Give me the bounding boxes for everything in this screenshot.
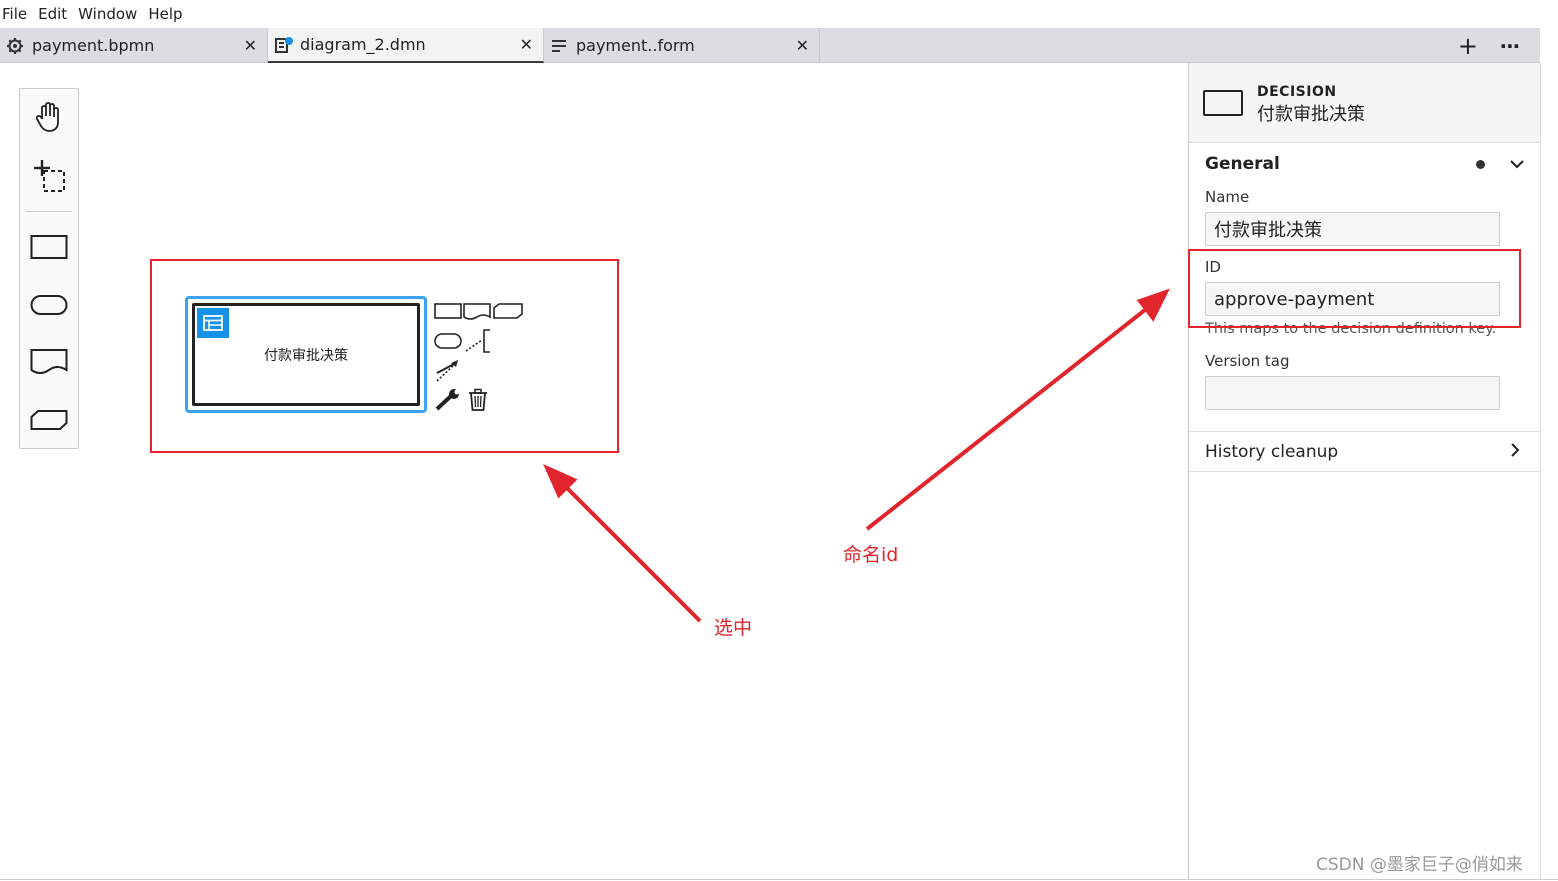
- arrow-to-id-field: [865, 304, 1152, 531]
- properties-panel: DECISION 付款审批决策 General Name 付款审批决策 ID a…: [1188, 63, 1540, 879]
- menu-help[interactable]: Help: [146, 5, 189, 23]
- name-field[interactable]: 付款审批决策: [1205, 212, 1500, 246]
- arrow-to-selection: [560, 481, 702, 623]
- version-tag-label: Version tag: [1205, 352, 1290, 370]
- gear-icon: [6, 37, 24, 55]
- watermark: CSDN @墨家巨子@俏如来: [1316, 855, 1523, 875]
- tab-diagram-2-dmn[interactable]: diagram_2.dmn ✕: [268, 28, 544, 63]
- menu-window[interactable]: Window: [76, 5, 144, 23]
- chevron-down-icon[interactable]: [1509, 154, 1525, 175]
- dmn-file-icon: [274, 36, 293, 54]
- element-type: DECISION: [1257, 84, 1337, 100]
- data-indicator-dot: [1476, 159, 1485, 169]
- tab-label: payment.bpmn: [32, 36, 155, 55]
- id-annotation-box: [1188, 249, 1521, 328]
- element-name: 付款审批决策: [1257, 104, 1365, 125]
- group-general-title: General: [1205, 154, 1280, 174]
- annotation-name-id: 命名id: [843, 544, 899, 566]
- decision-icon: [1203, 90, 1243, 116]
- group-divider: [1189, 471, 1540, 472]
- tab-bar: payment.bpmn ✕ diagram_2.dmn ✕ payment..…: [0, 28, 1540, 63]
- group-general-header[interactable]: General: [1189, 144, 1540, 184]
- more-options-button[interactable]: ⋯: [1500, 34, 1520, 58]
- bottom-border: [0, 879, 1558, 880]
- close-icon[interactable]: ✕: [796, 36, 809, 55]
- annotation-selected: 选中: [714, 617, 753, 639]
- chevron-right-icon[interactable]: [1509, 442, 1521, 463]
- arrow-head-id: [1136, 288, 1170, 322]
- close-icon[interactable]: ✕: [520, 35, 533, 54]
- tab-actions: + ⋯: [1458, 28, 1520, 63]
- group-history-cleanup-header[interactable]: History cleanup: [1189, 432, 1540, 472]
- tab-payment-bpmn[interactable]: payment.bpmn ✕: [0, 28, 268, 63]
- group-history-cleanup-title: History cleanup: [1205, 442, 1339, 462]
- menu-edit[interactable]: Edit: [36, 5, 74, 23]
- diagram-canvas[interactable]: 付款审批决策 选中 命名id: [0, 63, 1188, 879]
- name-label: Name: [1205, 188, 1250, 206]
- tab-label: diagram_2.dmn: [300, 35, 426, 54]
- form-file-icon: [550, 37, 568, 55]
- tab-payment-form[interactable]: payment..form ✕: [544, 28, 820, 63]
- tab-label: payment..form: [576, 36, 695, 55]
- add-tab-button[interactable]: +: [1458, 32, 1478, 60]
- annotation-arrows: [543, 288, 1170, 623]
- menu-file[interactable]: File: [0, 5, 34, 23]
- panel-header: DECISION 付款审批决策: [1189, 63, 1540, 143]
- panel-scrollbar[interactable]: [1540, 63, 1558, 879]
- close-icon[interactable]: ✕: [244, 36, 257, 55]
- version-tag-field[interactable]: [1205, 376, 1500, 410]
- menu-bar: File Edit Window Help: [0, 0, 1540, 28]
